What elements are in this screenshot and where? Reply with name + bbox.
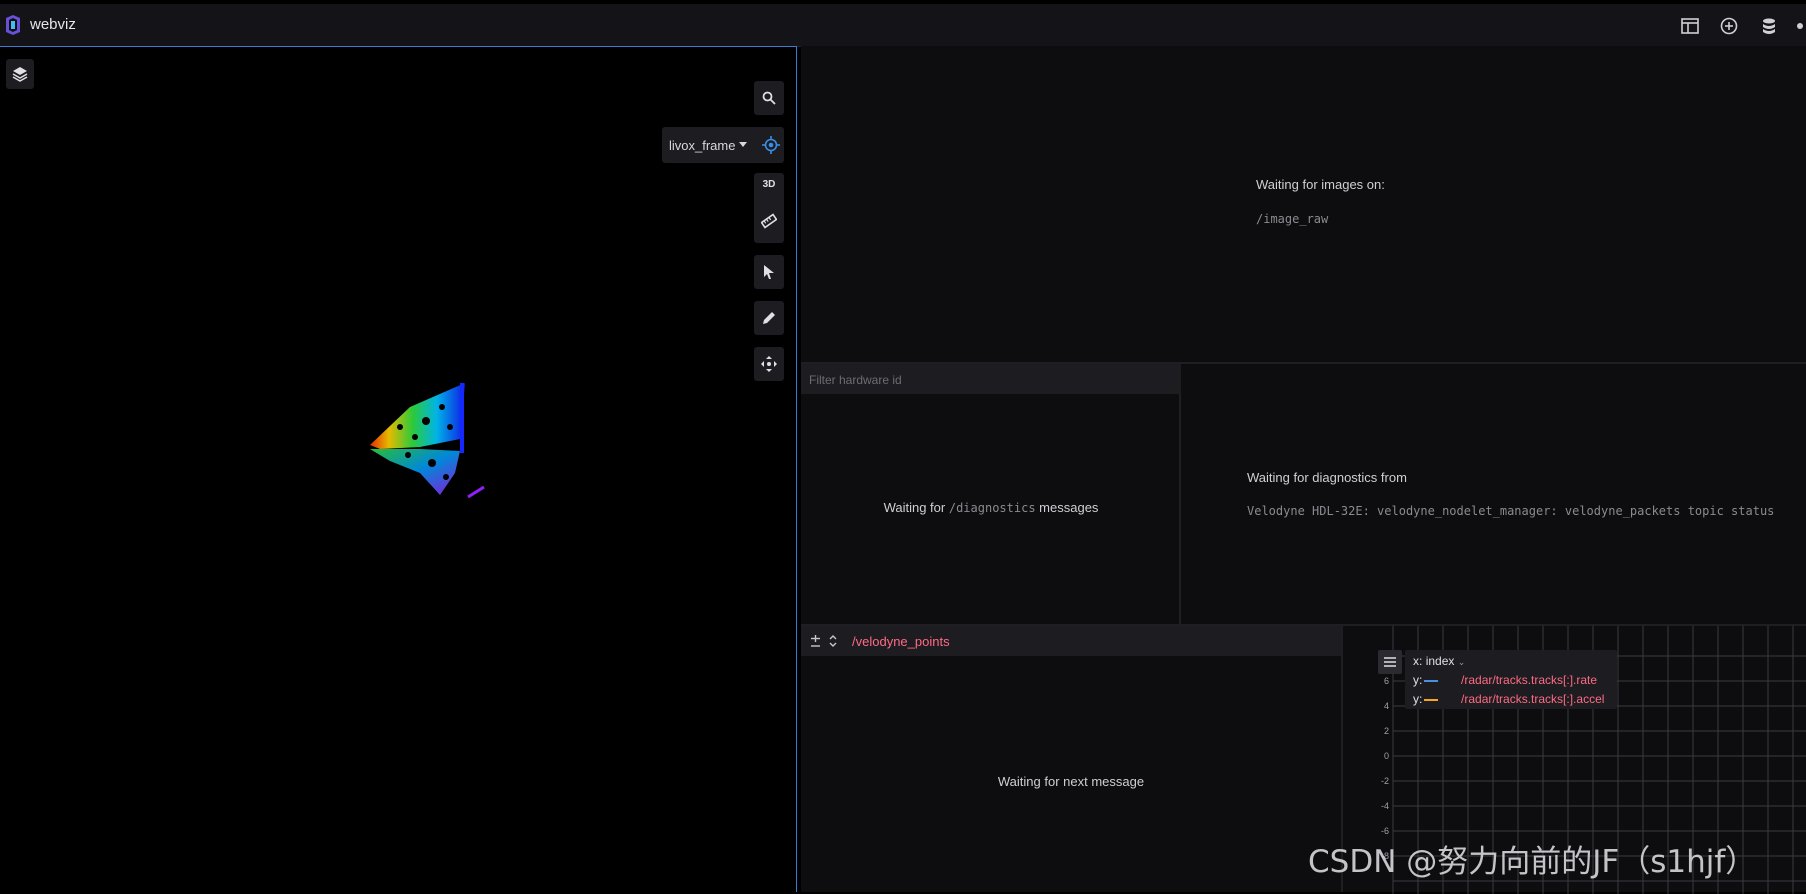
select-tool-button[interactable] xyxy=(754,255,784,289)
series-color-swatch xyxy=(1423,698,1438,701)
hardware-id-filter-input[interactable] xyxy=(807,369,1171,391)
diagnostics-detail-panel: Waiting for diagnostics from Velodyne HD… xyxy=(1181,364,1806,624)
diagnostics-topic: /diagnostics xyxy=(948,501,1036,515)
y-tick-label: -6 xyxy=(1380,826,1389,836)
legend-item-accel[interactable]: y: /radar/tracks.tracks[:].accel xyxy=(1413,692,1604,706)
series-label: y: xyxy=(1413,673,1423,687)
plot-legend: x: index ⌄ y: /radar/tracks.tracks[:].ra… xyxy=(1405,650,1617,709)
layers-icon xyxy=(12,67,28,82)
follow-target-icon[interactable] xyxy=(762,136,780,154)
x-axis-selector[interactable]: x: index ⌄ xyxy=(1413,654,1465,668)
search-icon xyxy=(762,91,776,105)
3d-panel[interactable]: livox_frame 3D xyxy=(0,46,797,892)
series-label: y: xyxy=(1413,692,1423,706)
data-source-icon[interactable] xyxy=(1758,15,1780,37)
image-panel: Waiting for images on: /image_raw xyxy=(801,46,1806,364)
image-waiting-text: Waiting for images on: xyxy=(1256,177,1385,192)
frame-selector[interactable]: livox_frame xyxy=(662,127,784,163)
raw-topic-input[interactable]: /velodyne_points xyxy=(852,634,950,649)
more-icon[interactable] xyxy=(1795,15,1806,37)
y-tick-label: 4 xyxy=(1383,701,1389,711)
menu-icon xyxy=(1384,657,1396,667)
series-path: /radar/tracks.tracks[:].rate xyxy=(1461,673,1598,687)
add-panel-icon[interactable] xyxy=(1718,15,1740,37)
waiting-suffix: messages xyxy=(1039,500,1099,515)
webviz-logo-icon xyxy=(6,15,20,35)
top-bar: webviz xyxy=(0,4,1806,47)
y-tick-label: -2 xyxy=(1380,776,1389,786)
app-title: webviz xyxy=(30,16,76,33)
layers-button[interactable] xyxy=(6,59,34,89)
plus-minus-icon[interactable] xyxy=(809,634,822,648)
series-path: /radar/tracks.tracks[:].accel xyxy=(1461,692,1605,706)
move-tool-button[interactable] xyxy=(754,347,784,381)
view-tool-group: 3D xyxy=(754,173,784,243)
image-topic: /image_raw xyxy=(1256,212,1329,226)
series-color-swatch xyxy=(1423,679,1438,682)
diagnostics-source: Velodyne HDL-32E: velodyne_nodelet_manag… xyxy=(1247,504,1775,518)
watermark-text: CSDN @努力向前的JF（s1hjf） xyxy=(1308,844,1757,880)
y-tick-label: 6 xyxy=(1383,676,1389,686)
diagnostics-waiting-message: Waiting for /diagnostics messages xyxy=(801,500,1181,515)
plot-menu-button[interactable] xyxy=(1378,650,1402,674)
y-tick-label: 2 xyxy=(1383,726,1389,736)
filter-bar xyxy=(801,364,1181,394)
point-cloud xyxy=(370,383,485,499)
mode-3d-toggle[interactable]: 3D xyxy=(754,179,784,190)
search-button[interactable] xyxy=(754,81,784,115)
cursor-icon xyxy=(764,265,774,279)
pencil-icon xyxy=(763,312,775,324)
y-tick-label: 0 xyxy=(1383,751,1389,761)
expand-collapse-icon[interactable] xyxy=(828,634,838,648)
chevron-down-icon: ⌄ xyxy=(1457,657,1466,667)
y-tick-label: -4 xyxy=(1380,801,1389,811)
frame-label: livox_frame xyxy=(669,138,736,153)
diagnostics-summary-panel: Waiting for /diagnostics messages xyxy=(801,364,1181,624)
legend-item-rate[interactable]: y: /radar/tracks.tracks[:].rate xyxy=(1413,673,1597,687)
draw-tool-button[interactable] xyxy=(754,301,784,335)
x-axis-value: index xyxy=(1425,654,1455,668)
diagnostics-detail-waiting-text: Waiting for diagnostics from xyxy=(1247,470,1407,485)
waiting-prefix: Waiting for xyxy=(883,500,946,515)
raw-messages-header: /velodyne_points xyxy=(801,626,1341,656)
move-icon xyxy=(761,356,777,372)
x-axis-label: x: xyxy=(1413,654,1423,668)
chevron-down-icon xyxy=(739,142,747,147)
raw-waiting-text: Waiting for next message xyxy=(997,774,1145,789)
ruler-icon[interactable] xyxy=(761,213,777,229)
layout-icon[interactable] xyxy=(1679,15,1701,37)
raw-messages-panel: /velodyne_points Waiting for next messag… xyxy=(801,624,1343,892)
